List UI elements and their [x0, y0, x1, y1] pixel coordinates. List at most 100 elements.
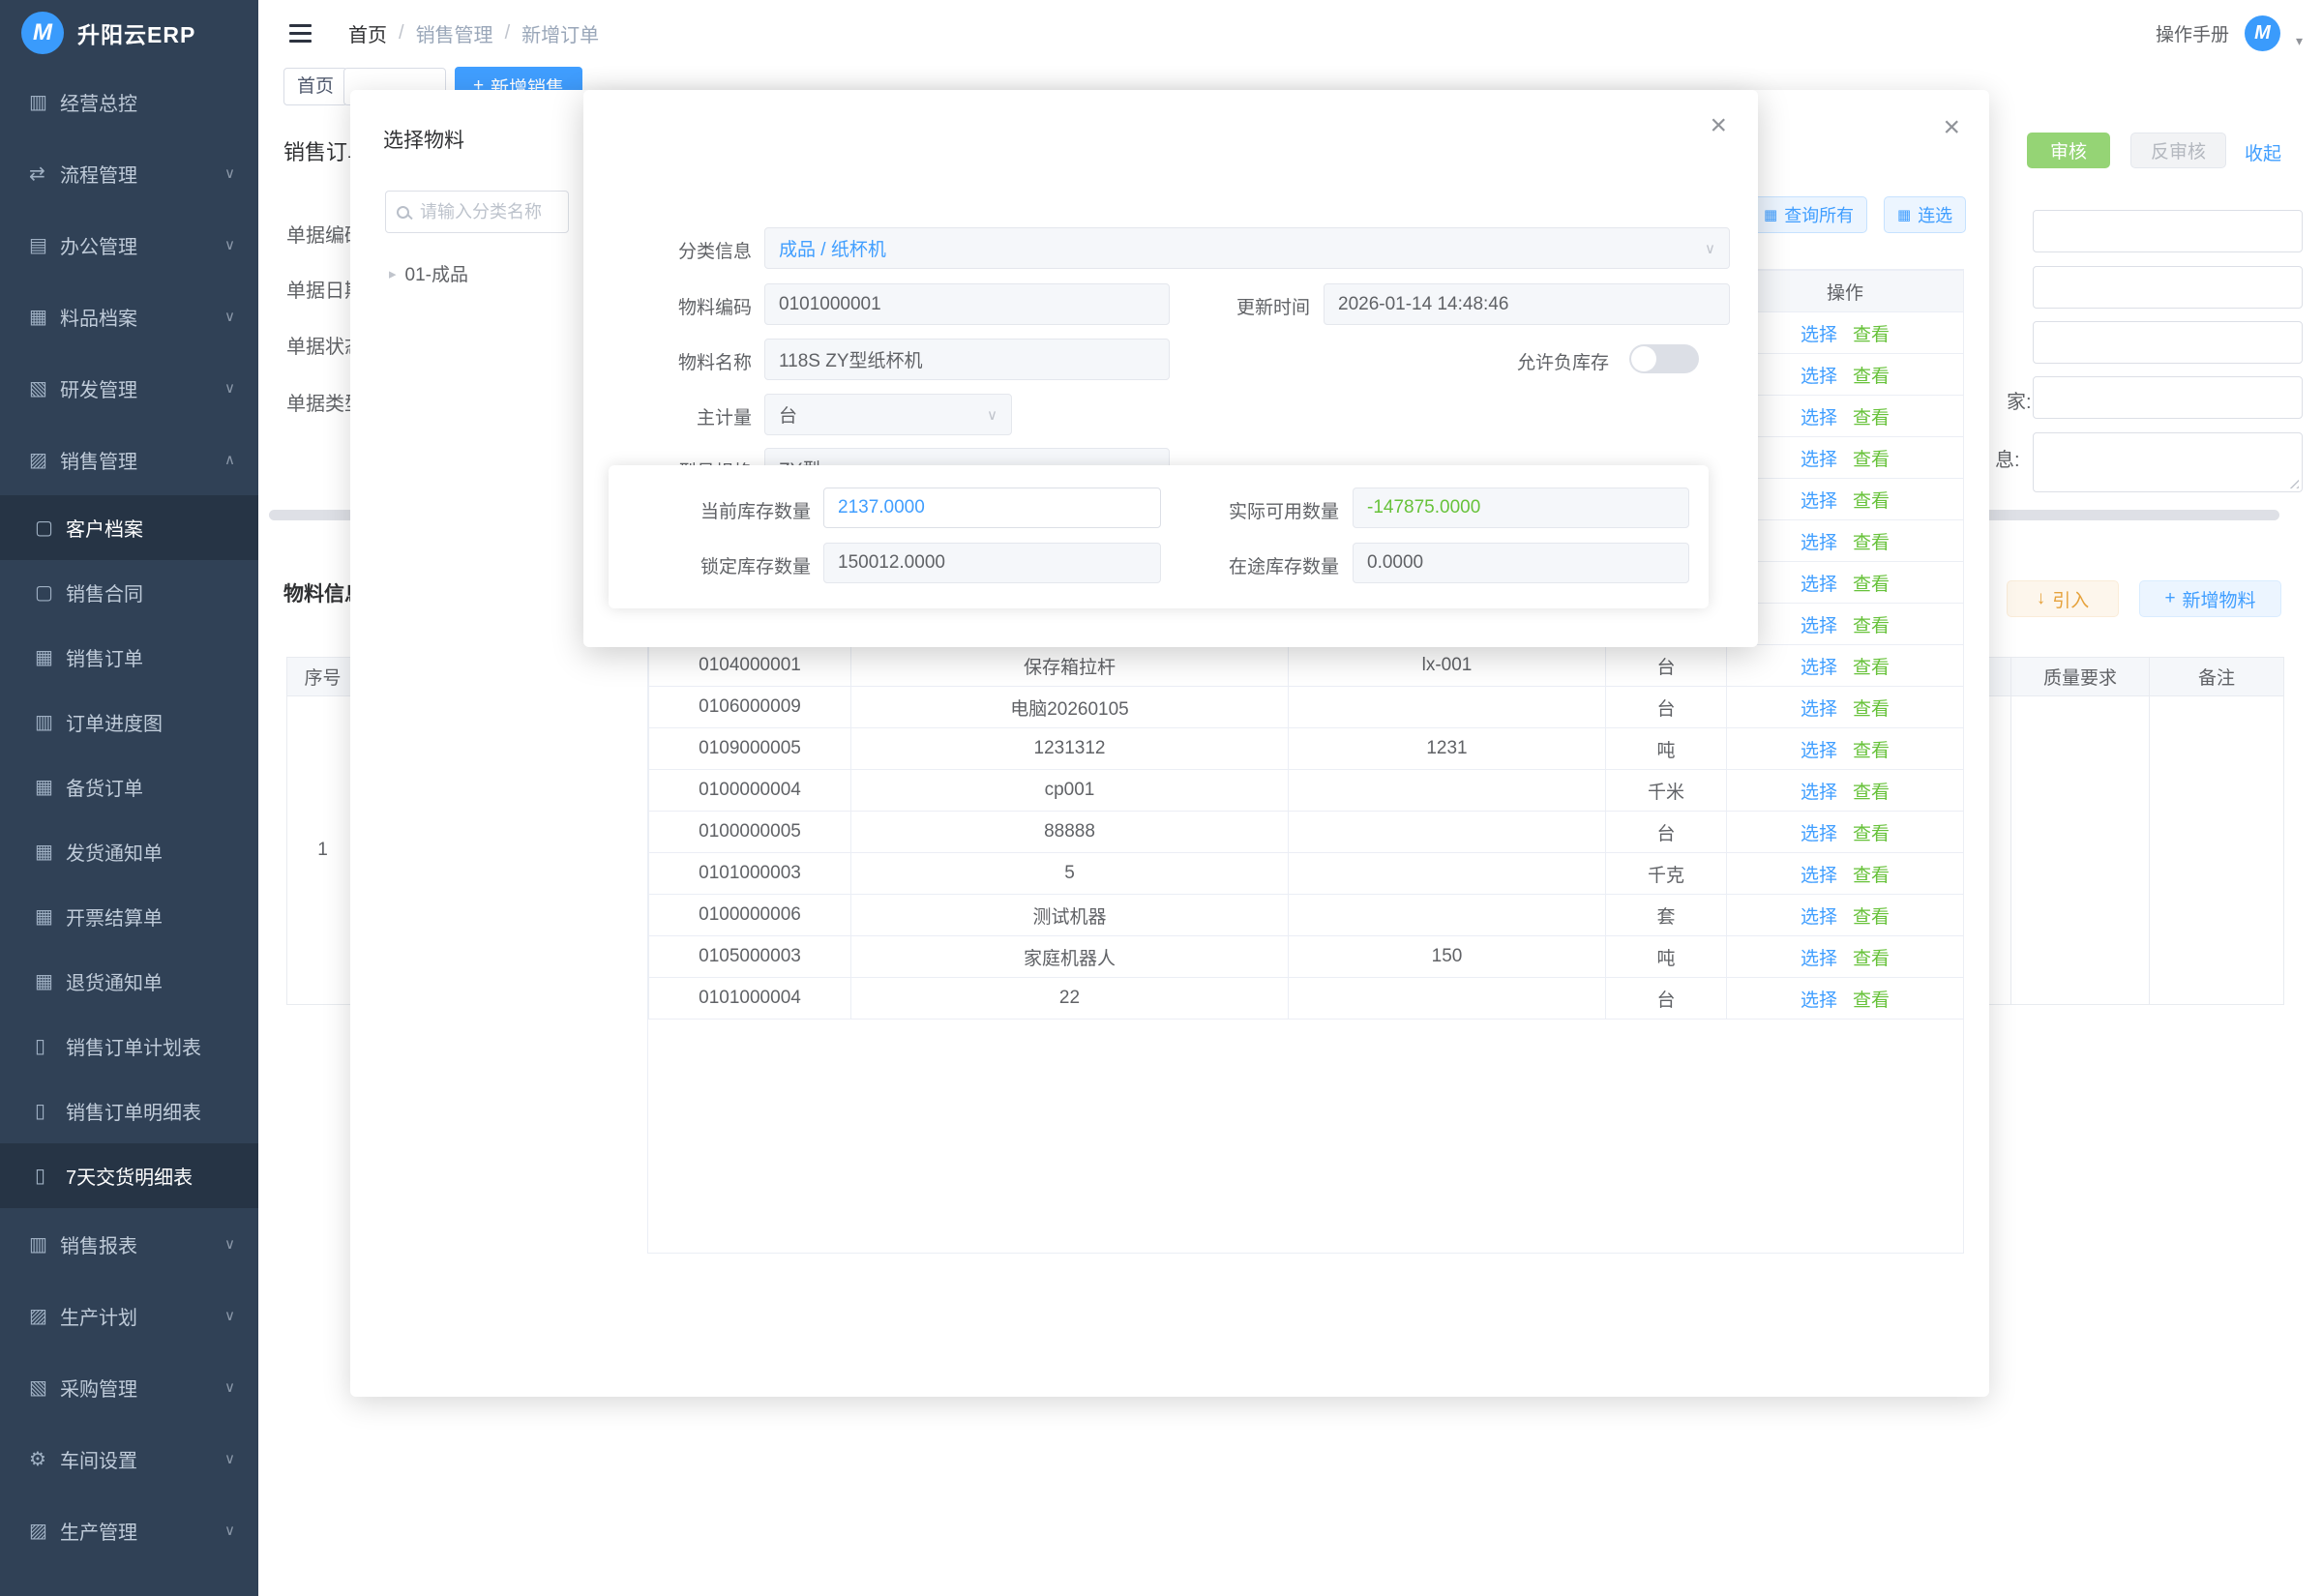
- select-link[interactable]: 选择: [1801, 658, 1837, 678]
- sidebar-item-12[interactable]: ▦开票结算单: [0, 884, 258, 949]
- sidebar-item-11[interactable]: ▦发货通知单: [0, 819, 258, 884]
- view-link[interactable]: 查看: [1853, 907, 1890, 928]
- right-field-2[interactable]: [2033, 266, 2303, 309]
- multi-select-button[interactable]: ▦ 连选: [1884, 196, 1966, 233]
- category-search-input[interactable]: [418, 201, 557, 223]
- sidebar-item-14[interactable]: ▯销售订单计划表: [0, 1014, 258, 1079]
- sidebar-item-18[interactable]: ▨生产计划∨: [0, 1280, 258, 1351]
- unit-select[interactable]: 台 ∨: [764, 394, 1012, 435]
- material-name-field[interactable]: 118S ZY型纸杯机: [764, 339, 1170, 380]
- material-code-field[interactable]: 0101000001: [764, 283, 1170, 325]
- delivery-7day-report-icon: ▯: [35, 1164, 66, 1188]
- material-code-cell: 0109000005: [649, 728, 851, 770]
- select-link[interactable]: 选择: [1801, 824, 1837, 844]
- sidebar-item-19[interactable]: ▧采购管理∨: [0, 1351, 258, 1423]
- query-all-button[interactable]: ▦ 查询所有: [1750, 196, 1867, 233]
- view-link[interactable]: 查看: [1853, 741, 1890, 761]
- close-icon[interactable]: ×: [1710, 111, 1727, 140]
- view-link[interactable]: 查看: [1853, 699, 1890, 720]
- sidebar-item-17[interactable]: ▥销售报表∨: [0, 1208, 258, 1280]
- right-field-4[interactable]: [2033, 376, 2303, 419]
- sidebar-item-0[interactable]: ▥经营总控: [0, 66, 258, 137]
- select-link[interactable]: 选择: [1801, 866, 1837, 886]
- view-link[interactable]: 查看: [1853, 949, 1890, 969]
- current-stock-field[interactable]: 2137.0000: [823, 488, 1161, 528]
- sidebar-item-7[interactable]: ▢销售合同: [0, 560, 258, 625]
- transit-stock-field[interactable]: 0.0000: [1353, 543, 1689, 583]
- sidebar-item-9[interactable]: ▥订单进度图: [0, 690, 258, 754]
- collapse-link[interactable]: 收起: [2245, 139, 2281, 165]
- sales-report-icon: ▥: [29, 1232, 60, 1256]
- breadcrumb-sales[interactable]: 销售管理: [416, 19, 493, 47]
- view-link[interactable]: 查看: [1853, 408, 1890, 429]
- select-link[interactable]: 选择: [1801, 533, 1837, 553]
- remark-textarea[interactable]: [2033, 432, 2303, 492]
- select-link[interactable]: 选择: [1801, 990, 1837, 1011]
- sidebar-item-15[interactable]: ▯销售订单明细表: [0, 1079, 258, 1143]
- sidebar-item-21[interactable]: ▨生产管理∨: [0, 1494, 258, 1566]
- breadcrumb-home[interactable]: 首页: [348, 19, 387, 47]
- category-select[interactable]: 成品 / 纸杯机 ∨: [764, 227, 1730, 269]
- collapse-menu-icon[interactable]: [289, 24, 312, 43]
- select-link[interactable]: 选择: [1801, 907, 1837, 928]
- sidebar-item-5[interactable]: ▨销售管理∧: [0, 424, 258, 495]
- select-link[interactable]: 选择: [1801, 699, 1837, 720]
- view-link[interactable]: 查看: [1853, 367, 1890, 387]
- allow-negative-toggle[interactable]: [1629, 344, 1699, 373]
- select-link[interactable]: 选择: [1801, 575, 1837, 595]
- customer-file-icon: ▢: [35, 516, 66, 540]
- avatar[interactable]: M: [2245, 15, 2280, 51]
- select-link[interactable]: 选择: [1801, 367, 1837, 387]
- right-field-3[interactable]: [2033, 321, 2303, 364]
- material-spec-cell: 1231: [1289, 728, 1606, 770]
- select-link[interactable]: 选择: [1801, 450, 1837, 470]
- select-link[interactable]: 选择: [1801, 325, 1837, 345]
- manual-link[interactable]: 操作手册: [2156, 20, 2229, 46]
- select-link[interactable]: 选择: [1801, 408, 1837, 429]
- audit-button[interactable]: 审核: [2027, 133, 2110, 168]
- view-link[interactable]: 查看: [1853, 783, 1890, 803]
- view-link[interactable]: 查看: [1853, 575, 1890, 595]
- view-link[interactable]: 查看: [1853, 866, 1890, 886]
- app-root: M 升阳云ERP ▥经营总控⇄流程管理∨▤办公管理∨▦料品档案∨▧研发管理∨▨销…: [0, 0, 2322, 1596]
- user-caret-icon[interactable]: ▾: [2296, 33, 2303, 49]
- view-link[interactable]: 查看: [1853, 990, 1890, 1011]
- sidebar-item-20[interactable]: ⚙车间设置∨: [0, 1423, 258, 1494]
- sidebar-item-4[interactable]: ▧研发管理∨: [0, 352, 258, 424]
- select-link[interactable]: 选择: [1801, 783, 1837, 803]
- select-link[interactable]: 选择: [1801, 949, 1837, 969]
- category-tree-node[interactable]: ▸ 01-成品: [389, 260, 468, 286]
- view-link[interactable]: 查看: [1853, 824, 1890, 844]
- sidebar-item-10[interactable]: ▦备货订单: [0, 754, 258, 819]
- updated-label: 更新时间: [1164, 293, 1310, 319]
- close-icon[interactable]: ×: [1943, 113, 1960, 142]
- resize-grip-icon[interactable]: [2288, 478, 2299, 488]
- material-unit-cell: 吨: [1606, 728, 1727, 770]
- tab-home[interactable]: 首页: [283, 68, 347, 105]
- select-link[interactable]: 选择: [1801, 491, 1837, 512]
- sidebar-item-16[interactable]: ▯7天交货明细表: [0, 1143, 258, 1208]
- sidebar-item-3[interactable]: ▦料品档案∨: [0, 281, 258, 352]
- sidebar-menu: ▥经营总控⇄流程管理∨▤办公管理∨▦料品档案∨▧研发管理∨▨销售管理∧▢客户档案…: [0, 66, 258, 1566]
- view-link[interactable]: 查看: [1853, 533, 1890, 553]
- view-link[interactable]: 查看: [1853, 491, 1890, 512]
- right-field-1[interactable]: [2033, 210, 2303, 252]
- unaudit-button[interactable]: 反审核: [2130, 133, 2226, 168]
- select-link[interactable]: 选择: [1801, 741, 1837, 761]
- select-link[interactable]: 选择: [1801, 616, 1837, 636]
- view-link[interactable]: 查看: [1853, 658, 1890, 678]
- sidebar-item-1[interactable]: ⇄流程管理∨: [0, 137, 258, 209]
- sidebar-item-13[interactable]: ▦退货通知单: [0, 949, 258, 1014]
- available-stock-field[interactable]: -147875.0000: [1353, 488, 1689, 528]
- view-link[interactable]: 查看: [1853, 616, 1890, 636]
- locked-stock-field[interactable]: 150012.0000: [823, 543, 1161, 583]
- material-name-cell: cp001: [851, 770, 1289, 812]
- add-material-button[interactable]: + 新增物料: [2139, 580, 2281, 617]
- view-link[interactable]: 查看: [1853, 325, 1890, 345]
- view-link[interactable]: 查看: [1853, 450, 1890, 470]
- sidebar-item-2[interactable]: ▤办公管理∨: [0, 209, 258, 281]
- sidebar-item-6[interactable]: ▢客户档案: [0, 495, 258, 560]
- sidebar-item-8[interactable]: ▦销售订单: [0, 625, 258, 690]
- updated-time-field[interactable]: 2026-01-14 14:48:46: [1324, 283, 1730, 325]
- import-button[interactable]: ↓ 引入: [2007, 580, 2119, 617]
